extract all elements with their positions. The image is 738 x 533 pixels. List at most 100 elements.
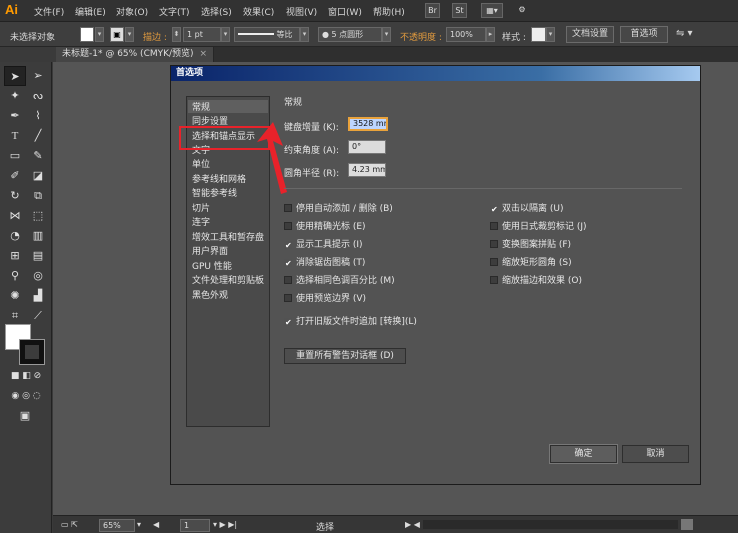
checkbox-box[interactable] [490, 240, 498, 248]
style-dropdown-icon[interactable]: ▾ [546, 27, 555, 42]
graphic-style-swatch[interactable] [531, 27, 546, 42]
document-setup-button[interactable]: 文档设置 [566, 26, 614, 43]
perspective-grid-icon[interactable]: ▥ [27, 226, 49, 246]
checkbox-disable-auto-add-delete[interactable]: 停用自动添加 / 删除 (B) [284, 201, 393, 214]
stroke-swatch[interactable]: ▣ [110, 27, 124, 42]
selection-tool-icon[interactable]: ➤ [4, 66, 26, 86]
stroke-label[interactable]: 描边 : [143, 30, 167, 43]
cancel-button[interactable]: 取消 [622, 445, 689, 463]
menu-type[interactable]: 文字(T) [159, 5, 190, 18]
status-menu-icon[interactable]: ▶ ◀ [405, 520, 420, 529]
checkbox-box[interactable] [490, 222, 498, 230]
checkmark-icon[interactable]: ✔ [284, 241, 292, 250]
keyboard-increment-input[interactable]: 3528 mm [348, 117, 388, 131]
menu-select[interactable]: 选择(S) [201, 5, 232, 18]
direct-selection-tool-icon[interactable]: ➢ [27, 66, 49, 86]
type-tool-icon[interactable]: T [4, 126, 26, 146]
checkbox-box[interactable] [490, 258, 498, 266]
stroke-color-swatch[interactable] [19, 339, 45, 365]
screen-mode-icon[interactable]: ▣ [14, 406, 36, 426]
menu-edit[interactable]: 编辑(E) [75, 5, 106, 18]
stroke-width-input[interactable]: 1 pt [183, 27, 221, 42]
free-transform-icon[interactable]: ⬚ [27, 206, 49, 226]
checkbox-select-same-tint[interactable]: 选择相同色调百分比 (M) [284, 273, 395, 286]
checkbox-double-click-isolate[interactable]: ✔ 双击以隔离 (U) [490, 201, 563, 214]
close-icon[interactable]: × [199, 47, 207, 62]
opacity-dropdown-icon[interactable]: ▸ [486, 27, 495, 42]
align-menu-icon[interactable]: ⇋ ▾ [676, 28, 693, 39]
checkbox-box[interactable] [284, 204, 292, 212]
artboard-next-icon[interactable]: ▾ ▶ ▶| [213, 520, 237, 529]
checkbox-show-tooltips[interactable]: ✔ 显示工具提示 (I) [284, 237, 363, 250]
menu-help[interactable]: 帮助(H) [373, 5, 405, 18]
column-graph-icon[interactable]: ▟ [27, 286, 49, 306]
menu-object[interactable]: 对象(O) [116, 5, 148, 18]
paintbrush-icon[interactable]: ✎ [27, 146, 49, 166]
pen-tool-icon[interactable]: ✒ [4, 106, 26, 126]
menu-view[interactable]: 视图(V) [286, 5, 317, 18]
checkbox-scale-rectangle-corners[interactable]: 缩放矩形圆角 (S) [490, 255, 572, 268]
checkmark-icon[interactable]: ✔ [284, 259, 292, 268]
zoom-dropdown-icon[interactable]: ▾ [137, 520, 141, 529]
artboard-prev-icon[interactable]: ◀ [153, 520, 159, 529]
bridge-button[interactable]: Br [425, 3, 440, 18]
shaper-tool-icon[interactable]: ✐ [4, 166, 26, 186]
checkbox-scale-strokes-effects[interactable]: 缩放描边和效果 (O) [490, 273, 582, 286]
artboard-tool-icon[interactable]: ⌗ [4, 306, 26, 326]
rotate-tool-icon[interactable]: ↻ [4, 186, 26, 206]
checkbox-box[interactable] [490, 276, 498, 284]
ok-button[interactable]: 确定 [549, 444, 618, 464]
constrain-angle-input[interactable]: 0° [348, 140, 386, 154]
checkbox-box[interactable] [284, 222, 292, 230]
opacity-input[interactable]: 100% [446, 27, 486, 42]
fill-dropdown-icon[interactable]: ▾ [95, 27, 104, 42]
arrange-documents-icon[interactable]: ▦▾ [481, 3, 503, 18]
checkbox-append-convert[interactable]: ✔ 打开旧版文件时追加 [转换](L) [284, 314, 417, 327]
color-mode-icons[interactable]: ■ ◧ ⊘ [4, 366, 48, 386]
menu-file[interactable]: 文件(F) [34, 5, 64, 18]
checkbox-anti-aliased-artwork[interactable]: ✔ 消除锯齿图稿 (T) [284, 255, 365, 268]
gpu-rocket-icon[interactable]: ⚙ [513, 3, 531, 18]
stroke-stepper-icon[interactable]: ⬍ [172, 27, 181, 42]
checkbox-box[interactable] [284, 294, 292, 302]
zoom-input[interactable]: 65% [99, 519, 135, 532]
stock-button[interactable]: St [452, 3, 467, 18]
corner-radius-input[interactable]: 4.23 mm [348, 163, 386, 177]
document-tab[interactable]: 未标题-1* @ 65% (CMYK/预览) × [56, 47, 214, 62]
fill-swatch[interactable] [80, 27, 94, 42]
profile-dropdown-icon[interactable]: ▾ [300, 27, 309, 42]
stroke-width-dropdown-icon[interactable]: ▾ [221, 27, 230, 42]
preferences-button[interactable]: 首选项 [620, 26, 668, 43]
eyedropper-icon[interactable]: ⚲ [4, 266, 26, 286]
scroll-thumb[interactable] [681, 519, 693, 530]
checkbox-box[interactable] [284, 276, 292, 284]
magic-wand-icon[interactable]: ✦ [4, 86, 26, 106]
shape-builder-icon[interactable]: ◔ [4, 226, 26, 246]
curvature-tool-icon[interactable]: ⌇ [27, 106, 49, 126]
stroke-dropdown-icon[interactable]: ▾ [125, 27, 134, 42]
width-tool-icon[interactable]: ⋈ [4, 206, 26, 226]
brush-definition[interactable]: ● 5 点圆形 [318, 27, 382, 42]
scale-tool-icon[interactable]: ⧉ [27, 186, 49, 206]
artboard-nav-icon[interactable]: ▭ ⇱ [61, 520, 78, 529]
symbol-sprayer-icon[interactable]: ✺ [4, 286, 26, 306]
checkbox-use-preview-bounds[interactable]: 使用预览边界 (V) [284, 291, 366, 304]
artboard-number-input[interactable]: 1 [180, 519, 210, 532]
lasso-icon[interactable]: ᔓ [27, 86, 49, 106]
mesh-tool-icon[interactable]: ⊞ [4, 246, 26, 266]
blend-tool-icon[interactable]: ◎ [27, 266, 49, 286]
menu-window[interactable]: 窗口(W) [328, 5, 362, 18]
checkmark-icon[interactable]: ✔ [284, 318, 292, 327]
checkbox-precise-cursors[interactable]: 使用精确光标 (E) [284, 219, 366, 232]
checkmark-icon[interactable]: ✔ [490, 205, 498, 214]
menu-effect[interactable]: 效果(C) [243, 5, 274, 18]
gradient-tool-icon[interactable]: ▤ [27, 246, 49, 266]
rectangle-tool-icon[interactable]: ▭ [4, 146, 26, 166]
horizontal-scrollbar[interactable] [423, 520, 678, 529]
reset-warnings-button[interactable]: 重置所有警告对话框 (D) [284, 348, 406, 364]
slice-tool-icon[interactable]: ⟋ [27, 306, 49, 326]
eraser-icon[interactable]: ◪ [27, 166, 49, 186]
brush-dropdown-icon[interactable]: ▾ [382, 27, 391, 42]
variable-width-profile[interactable]: 等比 [234, 27, 300, 42]
opacity-label[interactable]: 不透明度 : [400, 30, 442, 43]
